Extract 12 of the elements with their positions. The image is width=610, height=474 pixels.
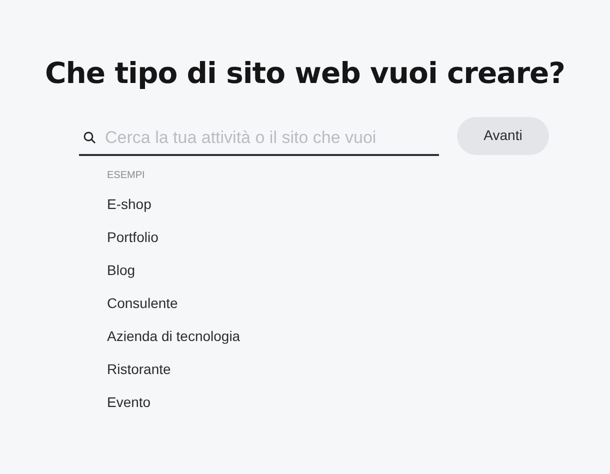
example-item[interactable]: E-shop: [107, 194, 152, 226]
example-item[interactable]: Blog: [107, 260, 136, 292]
section-heading: ESEMPI: [107, 168, 145, 182]
example-item[interactable]: Consulente: [107, 292, 178, 326]
search-icon: [83, 131, 96, 144]
example-item[interactable]: Portfolio: [107, 226, 158, 260]
search-field[interactable]: Cerca la tua attività o il sito che vuoi: [105, 124, 430, 150]
example-item[interactable]: Ristorante: [107, 358, 171, 392]
example-item[interactable]: Evento: [107, 392, 151, 424]
example-item[interactable]: Azienda di tecnologia: [107, 326, 240, 358]
page-title: Che tipo di sito web vuoi creare?: [45, 55, 565, 92]
next-button[interactable]: Avanti: [457, 116, 549, 154]
